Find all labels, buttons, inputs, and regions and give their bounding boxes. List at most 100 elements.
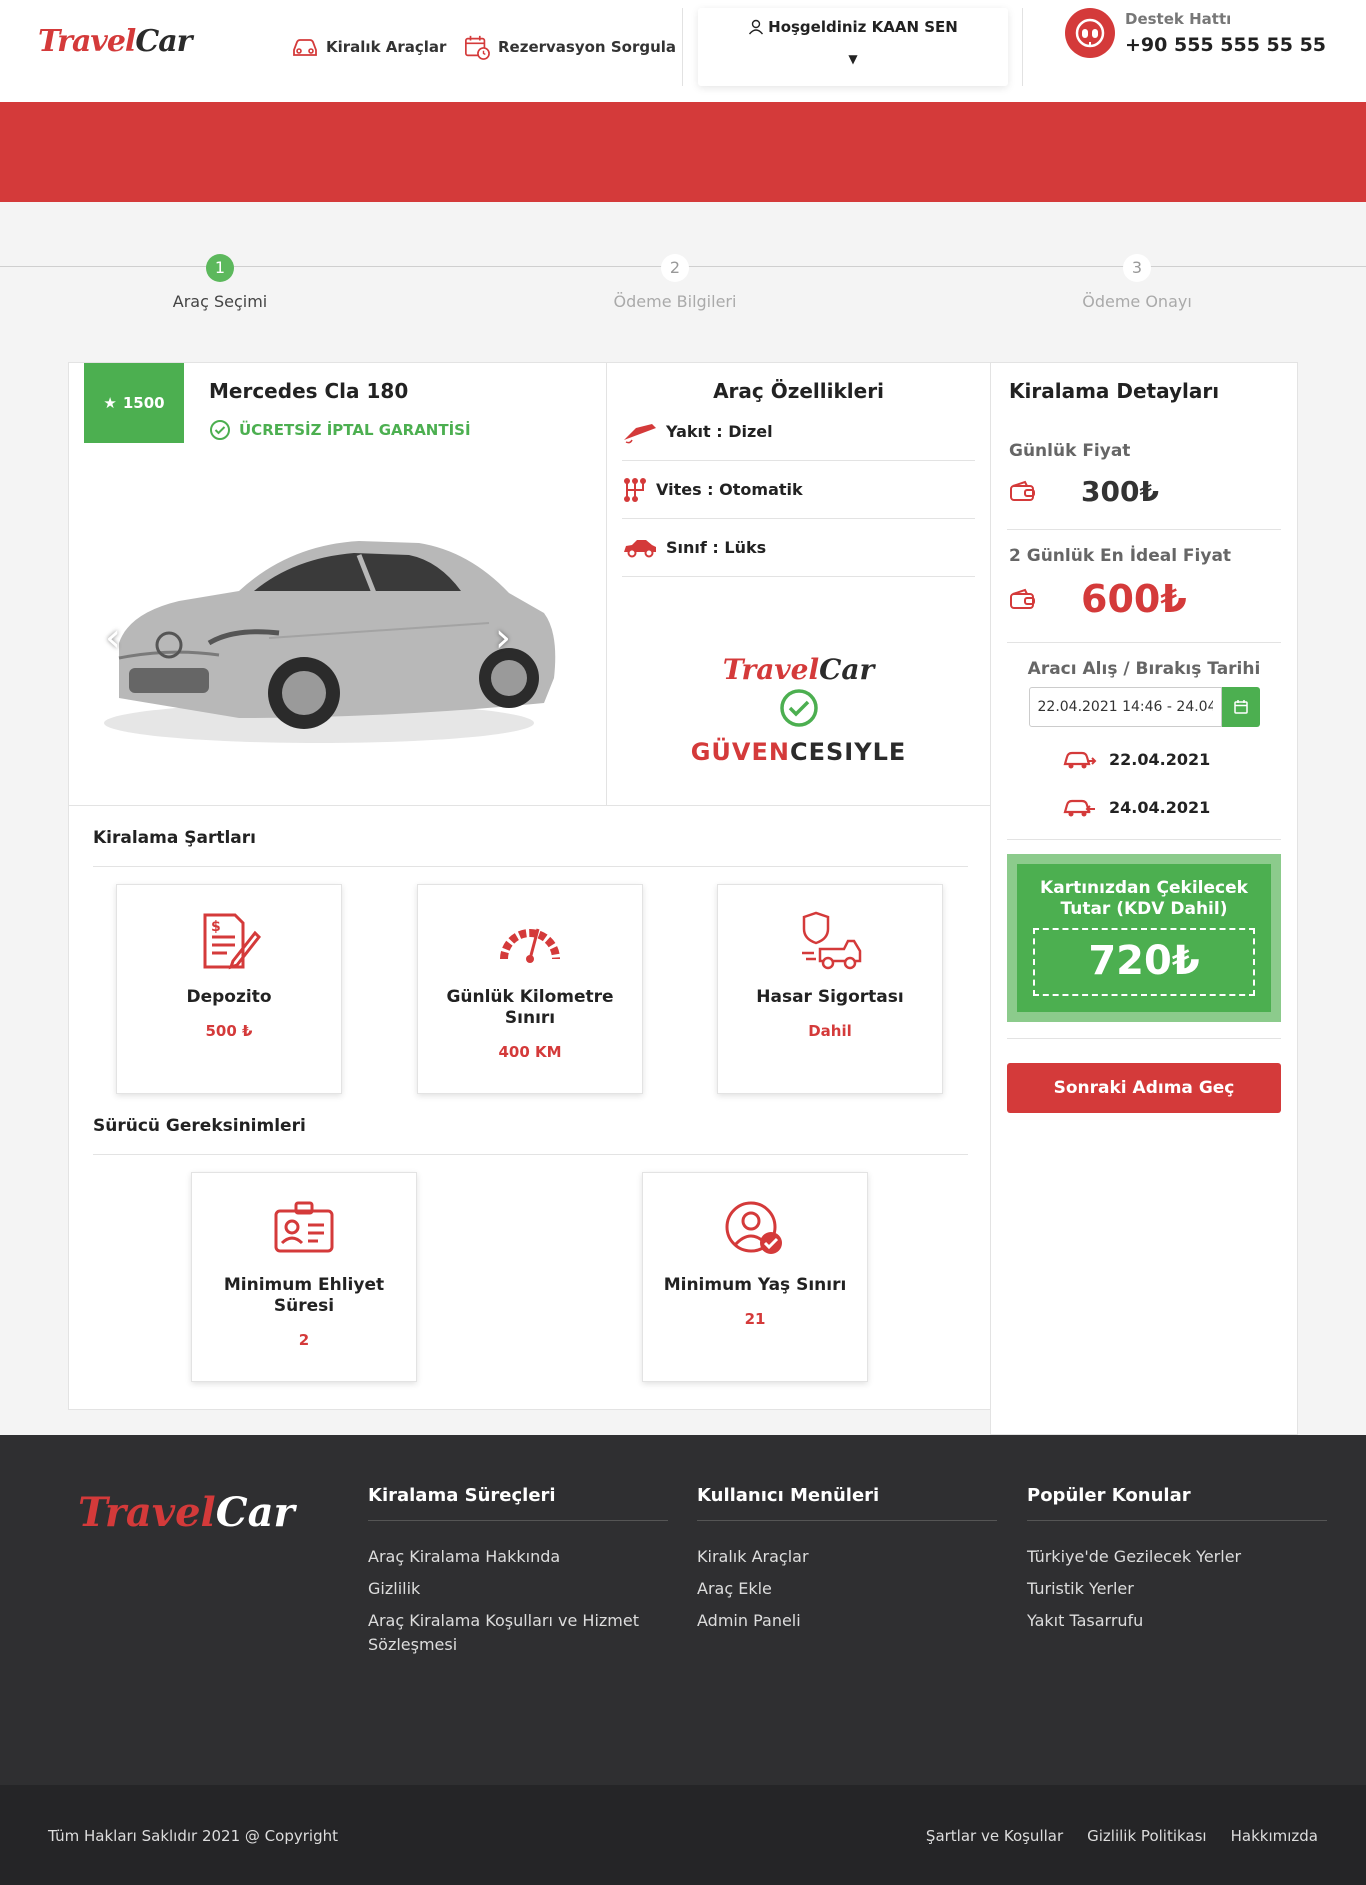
features-panel: Araç Özellikleri Yakıt : Dizel Vites : O… — [606, 362, 991, 806]
step-number: 1 — [206, 254, 234, 282]
feature-gear-label: Vites : Otomatik — [656, 480, 803, 499]
next-step-button[interactable]: Sonraki Adıma Geç — [1007, 1063, 1281, 1113]
car-title: Mercedes Cla 180 — [209, 379, 409, 403]
step-label: Ödeme Bilgileri — [613, 292, 737, 311]
star-icon: ★ — [103, 394, 117, 412]
fuel-nozzle-icon — [624, 423, 656, 443]
guarantee-logo-car: Car — [819, 653, 875, 686]
headset-icon — [1065, 8, 1115, 58]
features-title: Araç Özellikleri — [713, 379, 884, 403]
footer-link[interactable]: Türkiye'de Gezilecek Yerler — [1027, 1547, 1241, 1566]
requirement-title: Minimum Ehliyet Süresi — [223, 1275, 385, 1316]
footer-link[interactable]: Araç Ekle — [697, 1579, 772, 1598]
copyright-text: Tüm Hakları Saklıdır 2021 @ Copyright — [48, 1827, 338, 1845]
step-payment-confirm[interactable]: 3 Ödeme Onayı — [1037, 254, 1237, 311]
footer-link[interactable]: Gizlilik — [368, 1579, 420, 1598]
footer-column-rental-process: Kiralama Süreçleri Araç Kiralama Hakkınd… — [368, 1485, 668, 1665]
driver-requirements-title: Sürücü Gereksinimleri — [93, 1116, 306, 1136]
rental-terms-title: Kiralama Şartları — [93, 828, 256, 848]
guarantee-logo: TravelCar GÜVENCESIYLE — [607, 653, 990, 766]
term-value: 500 ₺ — [205, 1022, 253, 1040]
footer-bottom-bar: Tüm Hakları Saklıdır 2021 @ Copyright Şa… — [0, 1785, 1366, 1885]
footer-link[interactable]: Araç Kiralama Hakkında — [368, 1547, 560, 1566]
pickup-date: 22.04.2021 — [1109, 749, 1211, 769]
divider — [93, 866, 968, 867]
details-title: Kiralama Detayları — [1009, 379, 1220, 403]
wallet-icon — [1010, 588, 1035, 609]
logo-text-travel: Travel — [78, 1489, 216, 1536]
free-cancel-text: ÜCRETSİZ İPTAL GARANTİSİ — [239, 421, 471, 439]
term-title: Günlük Kilometre Sınırı — [446, 987, 614, 1028]
step-vehicle-selection[interactable]: 1 Araç Seçimi — [120, 254, 320, 311]
hero-banner — [0, 102, 1366, 202]
daily-price-value: 300₺ — [1081, 474, 1159, 508]
site-header: TravelCar Kiralık Araçlar Rezervasyon So… — [0, 0, 1366, 102]
guarantee-text-guven: GÜVEN — [690, 738, 790, 766]
contract-icon: $ — [203, 913, 262, 970]
divider — [1007, 1038, 1281, 1039]
daily-price-label: Günlük Fiyat — [1009, 441, 1131, 461]
carousel-next-icon[interactable]: › — [495, 615, 511, 661]
total-amount-value: 720₺ — [1033, 928, 1255, 996]
footer-logo[interactable]: TravelCar — [78, 1489, 295, 1536]
terms-panel: Kiralama Şartları $ Depozito 500 ₺ Günlü… — [68, 805, 991, 1410]
divider — [93, 1154, 968, 1155]
pickup-date-row: 22.04.2021 — [1063, 747, 1297, 771]
logo-text-car: Car — [215, 1489, 295, 1536]
footer-column-title: Kullanıcı Menüleri — [697, 1485, 997, 1521]
footer-link[interactable]: Admin Paneli — [697, 1611, 801, 1630]
support-phone[interactable]: +90 555 555 55 55 — [1125, 34, 1326, 56]
term-card-insurance: Hasar Sigortası Dahil — [717, 884, 943, 1094]
step-number: 3 — [1123, 254, 1151, 282]
footer-link[interactable]: Turistik Yerler — [1027, 1579, 1134, 1598]
footer-link[interactable]: Kiralık Araçlar — [697, 1547, 809, 1566]
site-footer: TravelCar Kiralama Süreçleri Araç Kirala… — [0, 1435, 1366, 1785]
about-link[interactable]: Hakkımızda — [1231, 1827, 1318, 1845]
requirement-value: 2 — [298, 1331, 310, 1349]
feature-gear: Vites : Otomatik — [622, 461, 975, 519]
total-amount-label: Kartınızdan Çekilecek Tutar (KDV Dahil) — [1040, 878, 1248, 919]
header-divider — [1022, 8, 1023, 86]
nav-reservation-label: Rezervasyon Sorgula — [498, 38, 677, 56]
header-divider — [682, 8, 683, 86]
nav-reservation-query[interactable]: Rezervasyon Sorgula — [462, 34, 676, 60]
footer-column-title: Popüler Konular — [1027, 1485, 1327, 1521]
site-logo[interactable]: TravelCar — [38, 24, 192, 59]
step-label: Ödeme Onayı — [1082, 292, 1192, 311]
privacy-policy-link[interactable]: Gizlilik Politikası — [1087, 1827, 1206, 1845]
calendar-button[interactable] — [1221, 687, 1260, 727]
carousel-prev-icon[interactable]: ‹ — [105, 615, 121, 661]
car-image — [104, 541, 556, 743]
nav-rental-cars[interactable]: Kiralık Araçlar — [290, 34, 446, 60]
id-card-icon — [274, 1201, 334, 1253]
caret-down-icon: ▼ — [848, 52, 858, 66]
car-return-icon — [1063, 799, 1095, 817]
date-range-input[interactable] — [1028, 687, 1222, 727]
check-circle-icon — [210, 420, 230, 440]
feature-class: Sınıf : Lüks — [622, 519, 975, 577]
date-range-picker — [991, 687, 1297, 727]
nav-rental-cars-label: Kiralık Araçlar — [326, 38, 447, 56]
ideal-price-value: 600₺ — [1081, 577, 1187, 621]
divider — [1007, 529, 1281, 530]
user-menu-dropdown[interactable]: Hoşgeldiniz KAAN SEN ▼ — [698, 8, 1008, 86]
term-title: Hasar Sigortası — [756, 987, 904, 1007]
rating-badge: ★ 1500 — [84, 363, 184, 443]
terms-link[interactable]: Şartlar ve Koşullar — [926, 1827, 1063, 1845]
checkout-stepper: 1 Araç Seçimi 2 Ödeme Bilgileri 3 Ödeme … — [0, 202, 1366, 362]
step-payment-info[interactable]: 2 Ödeme Bilgileri — [575, 254, 775, 311]
check-circle-icon — [779, 689, 818, 727]
gear-shift-icon — [624, 477, 646, 502]
ideal-price-label: 2 Günlük En İdeal Fiyat — [1009, 546, 1232, 566]
footer-link[interactable]: Araç Kiralama Koşulları ve Hizmet Sözleş… — [368, 1611, 639, 1654]
support-label: Destek Hattı — [1125, 10, 1232, 28]
term-value: Dahil — [808, 1022, 852, 1040]
requirement-card-age: Minimum Yaş Sınırı 21 — [642, 1172, 868, 1382]
term-value: 400 KM — [498, 1043, 562, 1061]
feature-fuel: Yakıt : Dizel — [622, 403, 975, 461]
user-greeting: Hoşgeldiniz KAAN SEN — [768, 18, 958, 36]
footer-link[interactable]: Yakıt Tasarrufu — [1027, 1611, 1143, 1630]
step-label: Araç Seçimi — [172, 292, 268, 311]
calendar-icon — [1233, 700, 1248, 714]
guarantee-logo-travel: Travel — [722, 653, 820, 686]
